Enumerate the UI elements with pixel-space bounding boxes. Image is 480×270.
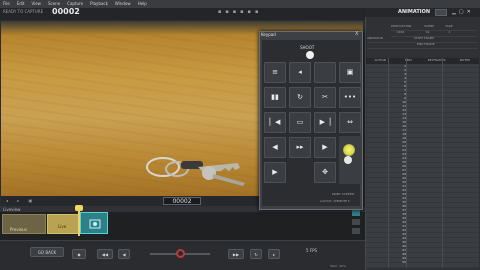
keys-image	[146, 157, 245, 186]
timeline-tools[interactable]	[350, 208, 362, 236]
xsheet-header-notes: NOTES	[459, 58, 470, 62]
info-start-frame-label: START FRAME	[413, 36, 435, 40]
viewport-tools[interactable]: ◂ ▸ ▣	[6, 198, 36, 203]
keypad-toggle-icon[interactable]: ▭	[289, 112, 311, 133]
menu-file[interactable]: File	[3, 0, 10, 8]
frame-live-label: Live	[58, 224, 67, 229]
menu-playback[interactable]: Playback	[90, 0, 108, 8]
timeline-capture-slot[interactable]	[80, 212, 108, 234]
capture-dot-icon	[344, 156, 352, 164]
keypad-step-icon[interactable]: ▸▸	[289, 137, 311, 158]
keypad-dots-icon[interactable]: •••	[339, 87, 361, 108]
keypad-loop-icon[interactable]: ↻	[289, 87, 311, 108]
cursor-highlight	[343, 144, 355, 156]
keypad-arrows-icon[interactable]: ⇔	[339, 112, 361, 133]
viewport-frame-counter[interactable]: 00002	[163, 197, 201, 205]
capture-frame-counter: 00002	[52, 7, 80, 16]
playhead-handle[interactable]	[75, 205, 83, 211]
repeat-button[interactable]: ↻	[250, 249, 262, 259]
step-back-button[interactable]: ◀◀	[97, 249, 113, 259]
exposure-sheet-header: ACTION FRM KEYFRAMES NOTES	[366, 58, 479, 64]
xsheet-header-keyframes: KEYFRAMES	[427, 58, 446, 62]
keypad-print-screen[interactable]: PRINT SCREEN	[332, 192, 354, 196]
keypad-play-icon[interactable]: ▶	[264, 162, 286, 183]
menu-view[interactable]: View	[31, 0, 41, 8]
keypad-speaker-icon[interactable]: ◂	[289, 62, 311, 83]
go-back-button[interactable]: GO BACK	[30, 247, 64, 257]
info-scene-value[interactable]: 01	[426, 30, 430, 34]
menu-help[interactable]: Help	[138, 0, 147, 8]
capture-status-label: READY TO CAPTURE	[3, 9, 44, 14]
keypad-empty-key[interactable]	[314, 62, 336, 83]
info-animator-label: ANIMATOR	[367, 36, 383, 40]
keypad-grid-icon[interactable]: ≡	[264, 62, 286, 83]
menu-edit[interactable]: Edit	[17, 0, 25, 8]
keypad-first-frame-icon[interactable]: ▏◀	[264, 112, 286, 133]
frame-previous-label: Previous	[10, 227, 27, 232]
scene-info-grid: PRODUCTION SCENE TAKE 0001 01 1 ANIMATOR…	[367, 24, 478, 56]
xsheet-frame-number[interactable]: 50	[388, 260, 406, 264]
top-toolbar-icons[interactable]: ▪▪▪▪▪▪	[218, 9, 262, 15]
keypad-move-icon[interactable]: ✥	[314, 162, 336, 183]
menu-window[interactable]: Window	[115, 0, 131, 8]
keypad-last-frame-icon[interactable]: ▶▕	[314, 112, 336, 133]
workspace-dropdown[interactable]	[435, 9, 447, 16]
keypad-cut-icon[interactable]: ✂	[314, 87, 336, 108]
keypad-next-icon[interactable]: ▶	[314, 137, 336, 158]
info-take-label: TAKE	[445, 24, 453, 28]
fps-indicator[interactable]: 5 FPS	[306, 248, 317, 253]
shoot-button[interactable]	[306, 51, 314, 59]
info-take-value[interactable]: 1	[448, 30, 450, 34]
next-frame-button[interactable]: ▶▶	[228, 249, 244, 259]
info-production-value[interactable]: 0001	[397, 30, 405, 34]
keypad-frame-icon[interactable]: ▣	[339, 62, 361, 83]
window-controls[interactable]: ▁▢✕	[452, 9, 474, 15]
keypad-onion-icon[interactable]: ▮▮	[264, 87, 286, 108]
workspace-title: ANIMATION	[398, 9, 431, 15]
prev-frame-button[interactable]: ◀	[118, 249, 130, 259]
keypad-title: Keypad	[261, 32, 276, 37]
keypad-shoot-label: SHOOT	[300, 45, 315, 50]
loop-button[interactable]: ◆	[72, 249, 86, 259]
xsheet-frame-column: 1 2 3 4 5 6 7 8 9 10 11 12 13 14 15 16 17 18 19 20 21 22 23 24 2…	[388, 64, 406, 268]
info-end-frame-label: END FRAME	[417, 42, 435, 46]
info-production-label: PRODUCTION	[391, 24, 412, 28]
end-button[interactable]: ▸	[268, 249, 280, 259]
close-icon[interactable]: X	[355, 31, 358, 37]
keypad-prev-icon[interactable]: ◀	[264, 137, 286, 158]
track-label: Liveview	[3, 207, 21, 212]
exposure-sheet[interactable]	[366, 58, 479, 268]
info-scene-label: SCENE	[424, 24, 435, 28]
keypad-layout-menu[interactable]: LAYOUT / REMOTE ▾	[320, 199, 350, 203]
memory-status: Mem: 00%	[330, 264, 346, 268]
camera-icon	[89, 219, 101, 229]
playback-slider-knob[interactable]	[176, 249, 185, 258]
